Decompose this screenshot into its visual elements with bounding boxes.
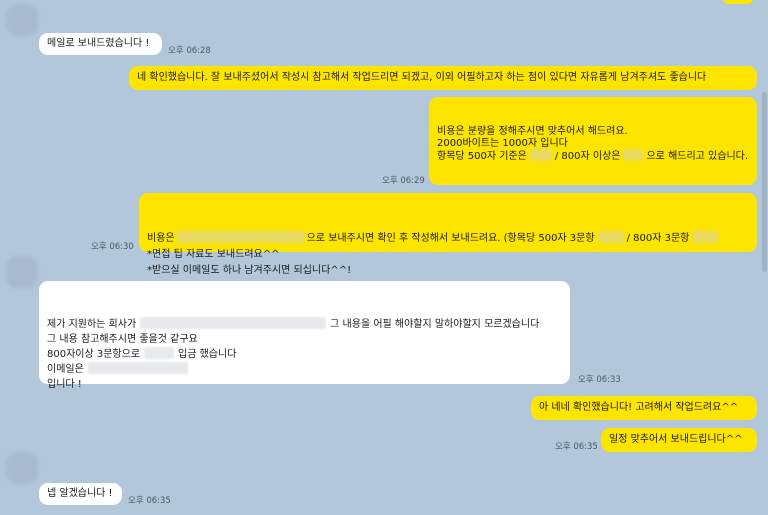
message-line: 비용은 [147,233,175,244]
message-bubble[interactable]: 비용은 으로 보내주시면 확인 후 작성해서 보내드려요. (항목당 500자 3… [139,193,757,276]
message-bubble[interactable]: 제가 지원하는 회사가 그 내용을 어필 해야할지 말하야할지 모르겠습니다그 내… [39,281,570,390]
message-line: 이메일은 [47,364,84,375]
message-time: 오후 06:28 [168,46,211,56]
message-line: / 800자 이상은 [554,151,621,162]
message-line: 비용은 분량을 정해주시면 맞추어서 해드려요. [437,126,628,137]
message-line: 입니다 ! [47,379,82,390]
message-line: 800자이상 3문항으로 [47,349,141,360]
message-text: 아 네네 확인했습니다! 고려해서 작업드려요^^ [539,402,739,413]
message-text: 네 확인했습니다. 잘 보내주셨어서 작성시 참고해서 작업드리면 되겠고, 이… [137,72,707,83]
message-line: 입금 했습니다 [178,349,237,360]
message-time: 오후 06:33 [578,375,621,385]
message-text: 메일로 보내드렸습니다 ! [47,38,150,49]
message-bubble[interactable]: 비용은 분량을 정해주시면 맞추어서 해드려요. 2000바이트는 1000자 입… [429,97,757,185]
redacted-text [87,362,188,374]
scrollbar[interactable] [760,0,768,515]
message-bubble[interactable]: 일정 맞추어서 보내드립니다^^ [601,428,757,452]
redacted-text [692,231,719,243]
chat-area: 메일로 보내드렸습니다 ! 오후 06:28 네 확인했습니다. 잘 보내주셨어… [0,0,760,515]
message-bubble[interactable]: 아 네네 확인했습니다! 고려해서 작업드려요^^ [531,396,757,420]
redacted-text [529,149,552,161]
scrollbar-thumb[interactable] [762,92,767,272]
message-text: 넵 알겠습니다 ! [47,488,113,499]
avatar[interactable] [6,4,38,36]
redacted-text [597,231,624,243]
message-bubble-partial [723,0,753,4]
message-time: 오후 06:30 [91,242,134,252]
message-line: *받으실 이메일도 하나 남겨주시면 되십니다^^! [147,265,352,276]
avatar[interactable] [6,256,38,288]
message-time: 오후 06:35 [128,496,171,506]
message-line: 제가 지원하는 회사가 [47,319,137,330]
message-bubble[interactable]: 네 확인했습니다. 잘 보내주셨어서 작성시 참고해서 작업드리면 되겠고, 이… [129,66,757,90]
avatar[interactable] [6,452,38,484]
message-line: 으로 보내주시면 확인 후 작성해서 보내드려요. (항목당 500자 3문항 [306,233,595,244]
message-line: 그 내용 참고해주시면 좋을것 같구요 [47,334,198,345]
redacted-text [623,149,644,161]
message-line: *면접 팁 자료도 보내드려요^^ [147,249,280,260]
redacted-text [176,231,305,243]
message-line: 항목당 500자 기준은 [437,151,527,162]
redacted-text [144,347,175,359]
message-bubble[interactable]: 메일로 보내드렸습니다 ! [39,33,162,55]
message-time: 오후 06:29 [382,176,425,186]
message-line: 으로 해드리고 있습니다. [646,151,749,162]
message-time: 오후 06:35 [555,442,598,452]
message-text: 일정 맞추어서 보내드립니다^^ [609,434,743,445]
message-line: 그 내용을 어필 해야할지 말하야할지 모르겠습니다 [330,319,540,330]
message-line: / 800자 3문항 [626,233,690,244]
message-line: 2000바이트는 1000자 입니다 [437,137,568,149]
redacted-text [140,317,327,329]
message-bubble[interactable]: 넵 알겠습니다 ! [39,483,122,505]
